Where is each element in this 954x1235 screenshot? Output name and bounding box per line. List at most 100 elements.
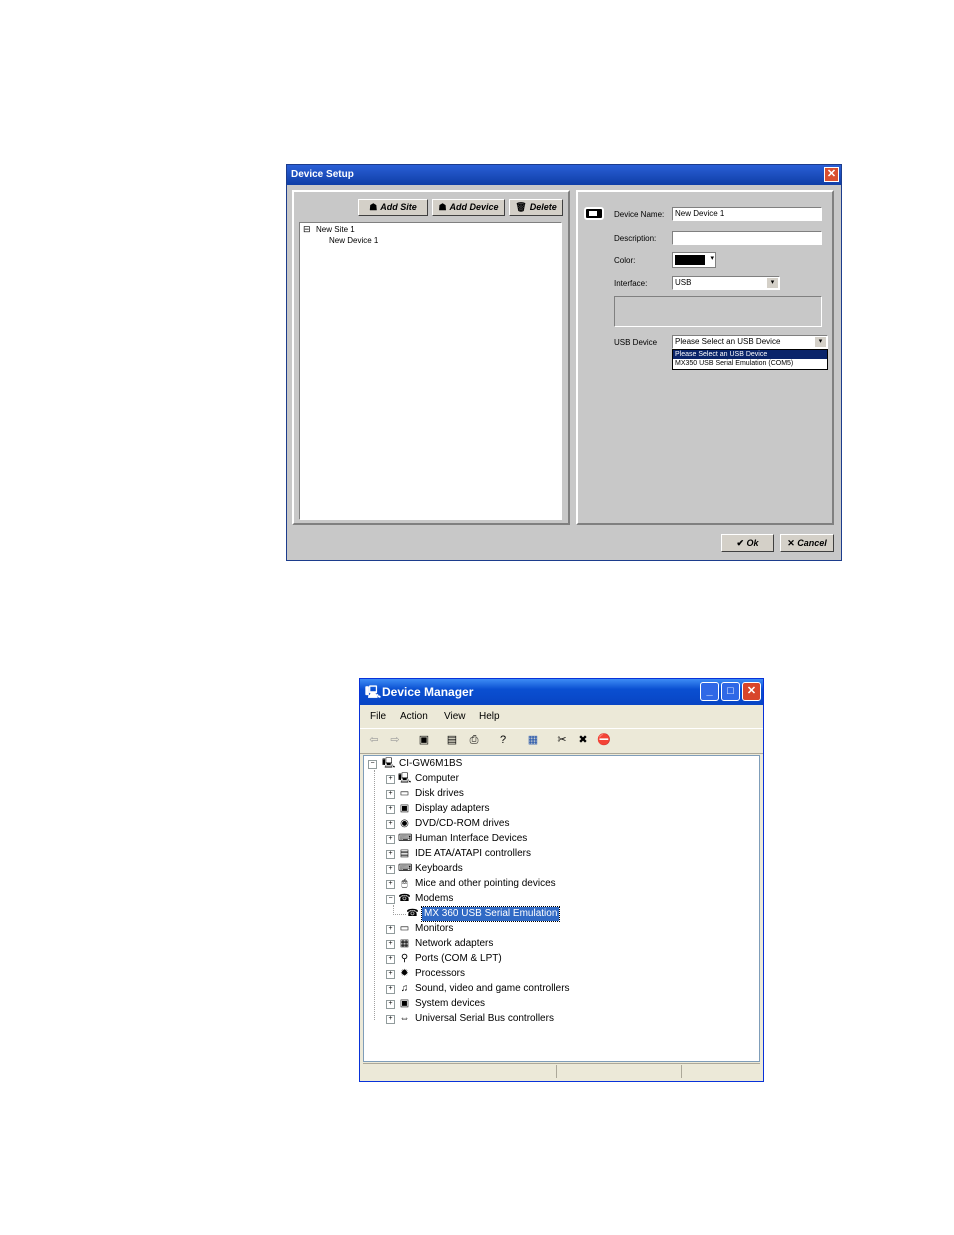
category-label: Keyboards: [415, 863, 463, 874]
category-label: Display adapters: [415, 803, 490, 814]
collapse-icon[interactable]: −: [386, 895, 395, 904]
device-manager-titlebar[interactable]: 🖳 Device Manager _ □ ✕: [360, 679, 763, 705]
category-label: System devices: [415, 998, 486, 1009]
add-site-label: Add Site: [380, 202, 417, 212]
menu-file[interactable]: File: [370, 711, 386, 722]
category-label: Disk drives: [415, 788, 464, 799]
expand-icon[interactable]: +: [386, 925, 395, 934]
chevron-down-icon[interactable]: ▾: [815, 337, 826, 347]
scan-hardware-icon[interactable]: ▦: [525, 733, 541, 748]
back-icon[interactable]: ⇦: [366, 733, 382, 748]
add-device-button[interactable]: ☗ Add Device: [432, 199, 505, 216]
update-driver-icon[interactable]: ✂: [554, 733, 570, 748]
device-setup-title: Device Setup: [291, 169, 354, 180]
device-manager-window: 🖳 Device Manager _ □ ✕ File Action View …: [359, 678, 764, 1082]
uninstall-icon[interactable]: ⛔: [596, 733, 612, 748]
expand-icon[interactable]: +: [386, 1000, 395, 1009]
color-picker[interactable]: ▾: [672, 252, 716, 268]
color-label: Color:: [614, 256, 636, 265]
site-tree[interactable]: ⊟ New Site 1 New Device 1: [299, 222, 562, 520]
cancel-button[interactable]: ✕ Cancel: [780, 534, 834, 552]
ok-button[interactable]: ✔ Ok: [721, 534, 774, 552]
modem-icon: ☎: [398, 893, 411, 904]
expand-icon[interactable]: +: [386, 805, 395, 814]
expand-icon[interactable]: +: [386, 820, 395, 829]
category-label: Ports (COM & LPT): [415, 953, 502, 964]
root-label: CI-GW6M1BS: [399, 758, 463, 769]
expand-icon[interactable]: +: [386, 985, 395, 994]
usb-device-value: Please Select an USB Device: [675, 337, 781, 346]
expand-icon[interactable]: +: [386, 970, 395, 979]
mouse-icon: 🖱: [401, 878, 408, 889]
show-hide-console-tree-icon[interactable]: ▣: [416, 733, 432, 748]
check-icon: ✔: [736, 538, 747, 548]
delete-button[interactable]: 🗑 Delete: [509, 199, 563, 216]
trash-icon: 🗑: [515, 202, 527, 212]
menu-bar: File Action View Help: [360, 705, 763, 727]
interface-select[interactable]: USB ▾: [672, 276, 780, 290]
category-label: Computer: [415, 773, 459, 784]
chevron-down-icon[interactable]: ▾: [767, 278, 778, 288]
expand-icon[interactable]: +: [386, 955, 395, 964]
interface-label: Interface:: [614, 279, 648, 288]
network-adapter-icon: ▦: [399, 938, 410, 949]
close-icon[interactable]: ✕: [824, 167, 839, 182]
color-swatch: [675, 255, 705, 265]
processor-icon: ✹: [400, 968, 409, 979]
expand-icon[interactable]: +: [386, 1015, 395, 1024]
maximize-icon[interactable]: □: [721, 682, 740, 701]
disable-icon[interactable]: ✖: [575, 733, 591, 748]
expand-icon[interactable]: +: [386, 880, 395, 889]
properties-icon[interactable]: ▤: [444, 733, 460, 748]
forward-icon[interactable]: ⇨: [387, 733, 403, 748]
cancel-label: Cancel: [797, 538, 827, 548]
description-field[interactable]: [672, 231, 822, 245]
device-tree[interactable]: − 🖳 CI-GW6M1BS + 🖳 Computer + ▭ Disk drives + ▣…: [363, 755, 760, 1062]
minimize-icon[interactable]: _: [700, 682, 719, 701]
category-label: Mice and other pointing devices: [415, 878, 556, 889]
usb-device-select[interactable]: Please Select an USB Device ▾: [672, 335, 828, 349]
expand-icon[interactable]: +: [386, 790, 395, 799]
tree-item-device[interactable]: New Device 1: [329, 236, 378, 245]
device-setup-window: Device Setup ✕ ☗ Add Site ☗ Add Device 🗑 De…: [286, 164, 842, 561]
help-icon[interactable]: ?: [495, 733, 511, 748]
print-icon[interactable]: ⎙: [466, 733, 482, 748]
device-name-label: Device Name:: [614, 210, 665, 219]
device-name-field[interactable]: New Device 1: [672, 207, 822, 221]
add-site-button[interactable]: ☗ Add Site: [358, 199, 428, 216]
device-setup-titlebar[interactable]: Device Setup ✕: [287, 165, 841, 185]
menu-view[interactable]: View: [444, 711, 466, 722]
delete-label: Delete: [529, 202, 557, 212]
tree-collapse-icon[interactable]: ⊟: [303, 224, 311, 235]
category-label: Human Interface Devices: [415, 833, 528, 844]
collapse-icon[interactable]: −: [368, 760, 377, 769]
monitor-icon: ▭: [399, 923, 410, 934]
expand-icon[interactable]: +: [386, 835, 395, 844]
add-device-label: Add Device: [449, 202, 499, 212]
menu-help[interactable]: Help: [479, 711, 500, 722]
expand-icon[interactable]: +: [386, 940, 395, 949]
modem-icon: ☎: [406, 908, 419, 919]
computer-icon: 🖳: [382, 758, 396, 769]
ide-controller-icon: ▤: [399, 848, 410, 859]
close-icon[interactable]: ✕: [742, 682, 761, 701]
menu-action[interactable]: Action: [400, 711, 428, 722]
interface-settings-box: [614, 296, 822, 327]
site-tree-panel: ☗ Add Site ☗ Add Device 🗑 Delete ⊟ New Site…: [292, 190, 570, 525]
category-label: Universal Serial Bus controllers: [415, 1013, 554, 1024]
hid-icon: ⌨: [398, 833, 413, 844]
interface-value: USB: [675, 278, 692, 287]
device-properties-panel: Device Name: New Device 1 Description: C…: [576, 190, 834, 525]
dvd-drive-icon: ◉: [400, 818, 409, 829]
category-label: Modems: [415, 893, 454, 904]
expand-icon[interactable]: +: [386, 775, 395, 784]
category-label: Network adapters: [415, 938, 494, 949]
expand-icon[interactable]: +: [386, 865, 395, 874]
system-device-icon: ▣: [399, 998, 410, 1009]
disk-drive-icon: ▭: [399, 788, 410, 799]
usb-device-option[interactable]: Please Select an USB Device: [673, 350, 827, 359]
usb-device-option[interactable]: MX350 USB Serial Emulation (COM5): [673, 359, 827, 369]
add-site-icon: ☗: [369, 202, 378, 212]
tree-item-site[interactable]: New Site 1: [316, 225, 355, 234]
expand-icon[interactable]: +: [386, 850, 395, 859]
